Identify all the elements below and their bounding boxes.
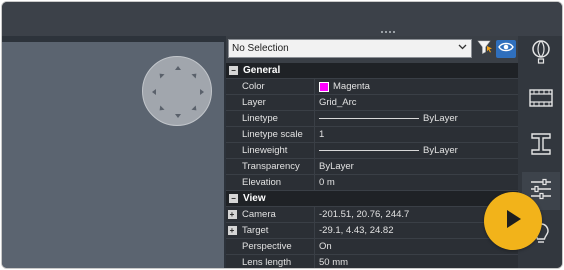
play-video-button[interactable] [484, 192, 542, 250]
toggle-visibility-button[interactable] [496, 40, 516, 58]
section-title: View [243, 193, 266, 204]
selection-value: No Selection [232, 43, 289, 54]
property-label: Camera [242, 209, 276, 220]
property-row-lens-length[interactable]: Lens length 50 mm [226, 254, 518, 268]
property-value[interactable]: On [314, 239, 518, 254]
property-row-linetype[interactable]: Linetype ByLayer [226, 110, 518, 126]
expand-toggle[interactable]: + [227, 210, 237, 219]
property-value[interactable]: ByLayer [314, 143, 518, 158]
property-value[interactable]: ByLayer [314, 111, 518, 126]
linetype-value: ByLayer [423, 113, 458, 124]
property-row-color[interactable]: Color Magenta [226, 78, 518, 94]
property-row-perspective[interactable]: Perspective On [226, 238, 518, 254]
film-strip-icon [529, 88, 553, 113]
property-value[interactable]: ByLayer [314, 159, 518, 174]
structure-button[interactable] [527, 132, 555, 160]
property-label: Layer [242, 97, 266, 108]
render-materials-button[interactable] [527, 86, 555, 114]
lineweight-preview [319, 150, 419, 151]
play-icon [502, 207, 524, 236]
property-row-transparency[interactable]: Transparency ByLayer [226, 158, 518, 174]
property-label: Lens length [242, 257, 292, 268]
collapse-toggle[interactable]: − [229, 66, 238, 75]
properties-panel: No Selection − General Color Magenta Lay… [226, 36, 518, 268]
property-label: Elevation [242, 177, 282, 188]
top-bar [2, 2, 562, 36]
balloon-button[interactable] [527, 39, 555, 69]
property-row-lineweight[interactable]: Lineweight ByLayer [226, 142, 518, 158]
property-label: Linetype [242, 113, 278, 124]
property-value[interactable]: 50 mm [314, 255, 518, 268]
selection-bar: No Selection [226, 36, 518, 62]
property-label: Target [242, 225, 269, 236]
quick-select-funnel-icon [477, 39, 493, 60]
property-label: Transparency [242, 161, 300, 172]
properties-table: − General Color Magenta Layer Grid_Arc L… [226, 62, 518, 268]
property-value[interactable]: 1 [314, 127, 518, 142]
drawing-viewport[interactable] [2, 42, 224, 268]
property-row-layer[interactable]: Layer Grid_Arc [226, 94, 518, 110]
navigation-wheel[interactable] [142, 56, 212, 126]
selection-dropdown[interactable]: No Selection [228, 39, 472, 58]
i-beam-icon [530, 132, 552, 161]
color-swatch [319, 81, 329, 92]
property-label: Perspective [242, 241, 292, 252]
balloon-icon [530, 39, 552, 69]
expand-toggle[interactable]: + [227, 226, 237, 235]
eye-icon [498, 40, 514, 58]
lineweight-value: ByLayer [423, 145, 458, 156]
property-value[interactable]: Magenta [314, 79, 518, 94]
property-label: Lineweight [242, 145, 288, 156]
property-row-elevation[interactable]: Elevation 0 m [226, 174, 518, 190]
property-row-camera[interactable]: + Camera -201.51, 20.76, 244.7 [226, 206, 518, 222]
property-row-target[interactable]: + Target -29.1, 4.43, 24.82 [226, 222, 518, 238]
property-row-linetype-scale[interactable]: Linetype scale 1 [226, 126, 518, 142]
linetype-preview [319, 118, 419, 119]
section-general[interactable]: − General [226, 62, 518, 78]
property-label: Linetype scale [242, 129, 303, 140]
section-view[interactable]: − View [226, 190, 518, 206]
collapse-toggle[interactable]: − [229, 194, 238, 203]
property-value[interactable]: 0 m [314, 175, 518, 190]
panel-grip-handle[interactable] [381, 30, 395, 34]
property-label: Color [242, 81, 265, 92]
color-value: Magenta [333, 81, 370, 92]
property-value[interactable]: Grid_Arc [314, 95, 518, 110]
section-title: General [243, 65, 281, 76]
chevron-down-icon [458, 40, 467, 57]
quick-select-button[interactable] [475, 40, 495, 58]
app-window: No Selection − General Color Magenta Lay… [1, 1, 563, 269]
